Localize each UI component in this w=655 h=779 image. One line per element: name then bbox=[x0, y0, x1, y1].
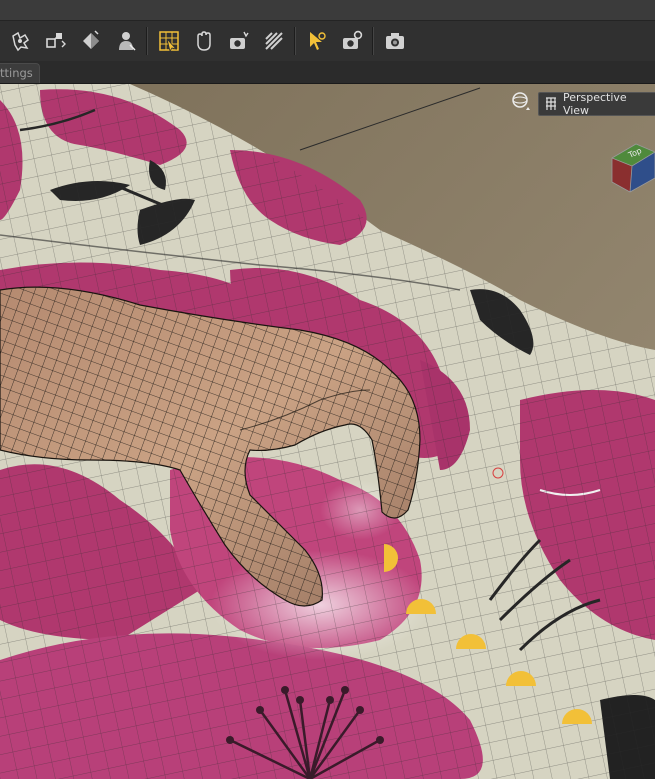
path-handle[interactable] bbox=[504, 670, 538, 688]
figure-tool-icon[interactable] bbox=[112, 27, 140, 55]
window-titlebar bbox=[0, 0, 655, 21]
active-pose-pointer-icon[interactable] bbox=[303, 27, 331, 55]
path-handle[interactable] bbox=[560, 708, 594, 726]
path-handle[interactable] bbox=[404, 598, 438, 616]
path-handle[interactable] bbox=[454, 633, 488, 651]
node-weight-brush-icon[interactable] bbox=[7, 27, 35, 55]
geometry-editor-icon[interactable] bbox=[155, 27, 183, 55]
tab-settings[interactable]: ttings bbox=[0, 63, 40, 83]
camera-view-label: Perspective View bbox=[562, 91, 627, 117]
pose-hand-icon[interactable] bbox=[190, 27, 218, 55]
camera-settings-icon[interactable] bbox=[338, 27, 366, 55]
toolbar-separator bbox=[372, 27, 374, 55]
view-sphere-icon[interactable] bbox=[510, 91, 530, 111]
perspective-view-icon bbox=[545, 97, 556, 110]
3d-viewport[interactable] bbox=[0, 84, 655, 779]
toolbar-separator bbox=[294, 27, 296, 55]
render-camera-icon[interactable] bbox=[381, 27, 409, 55]
camera-view-dropdown[interactable]: Perspective View bbox=[538, 91, 655, 117]
camera-selection-icon[interactable] bbox=[225, 27, 253, 55]
transform-icon[interactable] bbox=[42, 27, 70, 55]
toolbar-separator bbox=[146, 27, 148, 55]
path-handle[interactable] bbox=[384, 544, 400, 572]
pane-tab-row: ttings bbox=[0, 61, 655, 84]
spotrender-icon[interactable] bbox=[260, 27, 288, 55]
surface-selection-icon[interactable] bbox=[77, 27, 105, 55]
main-toolbar bbox=[0, 21, 655, 61]
navigation-cube[interactable]: Top bbox=[608, 138, 655, 210]
viewport-scene bbox=[0, 84, 655, 779]
